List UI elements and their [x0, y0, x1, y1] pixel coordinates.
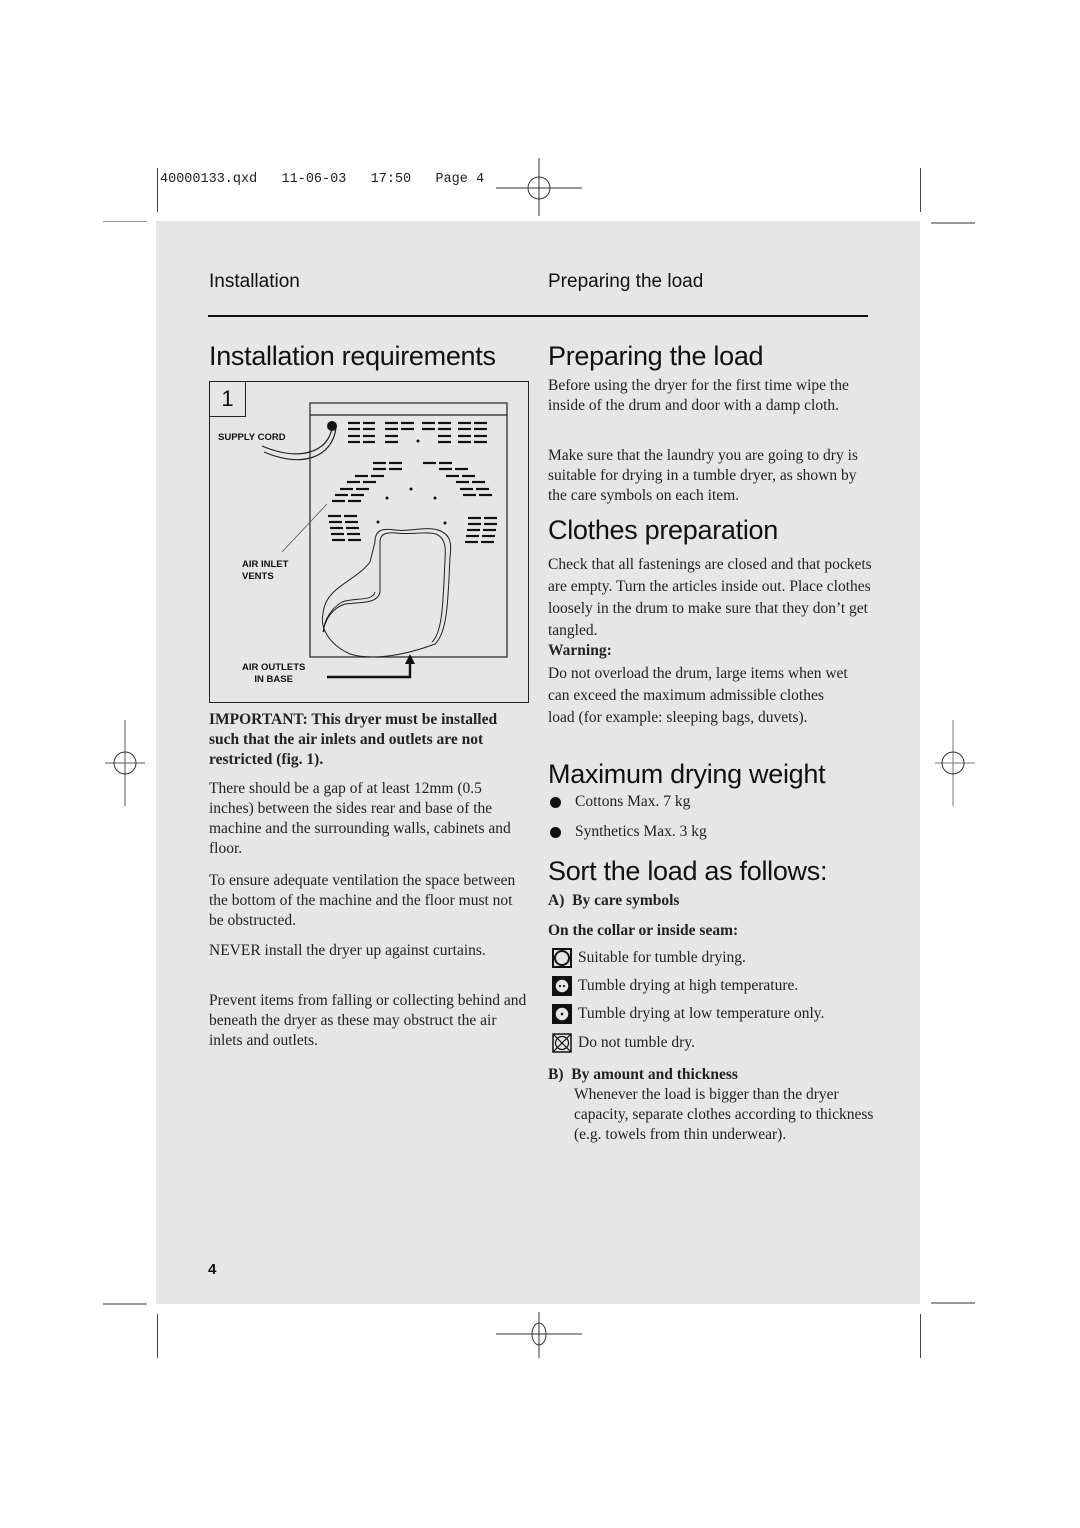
running-head-right: Preparing the load: [548, 271, 704, 292]
sort-a-label: A) By care symbols: [548, 892, 680, 909]
tumble-dry-icon: [552, 948, 572, 968]
warning-text: Do not overload the drum, large items wh…: [548, 665, 848, 726]
crop-mark: [931, 1302, 975, 1304]
care-symbol-text: Tumble drying at high temperature.: [578, 977, 799, 994]
sort-load-heading: Sort the load as follows:: [548, 856, 828, 886]
installation-requirements-heading: Installation requirements: [209, 341, 496, 371]
registration-mark-bottom: [496, 1312, 582, 1358]
preparing-paragraph-1: Before using the dryer for the first tim…: [548, 377, 849, 414]
care-symbol-row: Suitable for tumble drying.: [552, 948, 746, 968]
warning-label: Warning:: [548, 642, 612, 659]
label-air-outlets-line2: IN BASE: [254, 674, 293, 685]
preparing-load-heading: Preparing the load: [548, 341, 764, 371]
crop-mark: [103, 221, 147, 222]
care-symbol-text: Tumble drying at low temperature only.: [578, 1005, 825, 1022]
label-air-outlets-line1: AIR OUTLETS: [242, 662, 306, 673]
manual-page: Installation Preparing the load Installa…: [156, 221, 920, 1304]
registration-mark-right: [935, 720, 975, 806]
curtains-paragraph: NEVER install the dryer up against curta…: [209, 942, 486, 959]
label-air-inlet: AIR INLET VENTS: [242, 559, 288, 583]
crop-mark: [103, 1303, 147, 1305]
ventilation-paragraph: To ensure adequate ventilation the space…: [209, 872, 516, 929]
registration-mark-left: [105, 720, 145, 806]
care-symbol-text: Suitable for tumble drying.: [578, 949, 746, 966]
registration-mark-top: [496, 158, 582, 216]
crop-mark: [931, 222, 975, 224]
care-symbol-text: Do not tumble dry.: [578, 1034, 695, 1051]
label-air-outlets: AIR OUTLETS IN BASE: [242, 662, 305, 686]
care-symbol-row: Tumble drying at low temperature only.: [552, 1004, 824, 1024]
gap-paragraph: There should be a gap of at least 12mm (…: [209, 780, 511, 857]
crop-mark: [157, 1314, 158, 1358]
do-not-tumble-dry-icon: [552, 1033, 572, 1053]
care-symbol-row: Tumble drying at high temperature.: [552, 976, 798, 996]
crop-mark: [157, 168, 158, 212]
header-rule: [208, 315, 868, 317]
label-air-inlet-line1: AIR INLET: [242, 559, 289, 570]
clothes-preparation-heading: Clothes preparation: [548, 515, 778, 545]
dryer-illustration: [261, 402, 508, 679]
printer-slug: 40000133.qxd 11-06-03 17:50 Page 4: [160, 172, 485, 187]
crop-mark: [920, 168, 921, 212]
bullet-icon: [550, 826, 561, 838]
weight-item-cottons: Cottons Max. 7 kg: [550, 793, 690, 811]
important-note: IMPORTANT: This dryer must be installed …: [209, 711, 498, 768]
running-head-left: Installation: [209, 271, 300, 292]
label-air-inlet-line2: VENTS: [242, 571, 274, 582]
weight-item-text: Cottons Max. 7 kg: [575, 793, 691, 810]
weight-item-synthetics: Synthetics Max. 3 kg: [550, 823, 707, 841]
bullet-icon: [550, 796, 561, 808]
crop-mark: [920, 1314, 921, 1358]
weight-item-text: Synthetics Max. 3 kg: [575, 823, 707, 840]
preparing-paragraph-2: Make sure that the laundry you are going…: [548, 447, 858, 504]
tumble-dry-high-icon: [552, 976, 572, 996]
sort-b-label: B) By amount and thickness: [548, 1066, 738, 1083]
clothes-preparation-paragraph: Check that all fastenings are closed and…: [548, 556, 872, 639]
max-drying-weight-heading: Maximum drying weight: [548, 759, 826, 789]
label-supply-cord: SUPPLY CORD: [218, 432, 286, 443]
collar-label: On the collar or inside seam:: [548, 922, 739, 939]
prevent-items-paragraph: Prevent items from falling or collecting…: [209, 992, 527, 1049]
tumble-dry-low-icon: [552, 1004, 572, 1024]
sort-b-text: Whenever the load is bigger than the dry…: [574, 1086, 874, 1143]
page-number: 4: [208, 1261, 217, 1278]
figure-1-dryer-diagram: 1 SUPPLY CORD AIR INLET VENTS AIR OUTLET…: [209, 381, 529, 703]
care-symbol-row: Do not tumble dry.: [552, 1033, 695, 1053]
